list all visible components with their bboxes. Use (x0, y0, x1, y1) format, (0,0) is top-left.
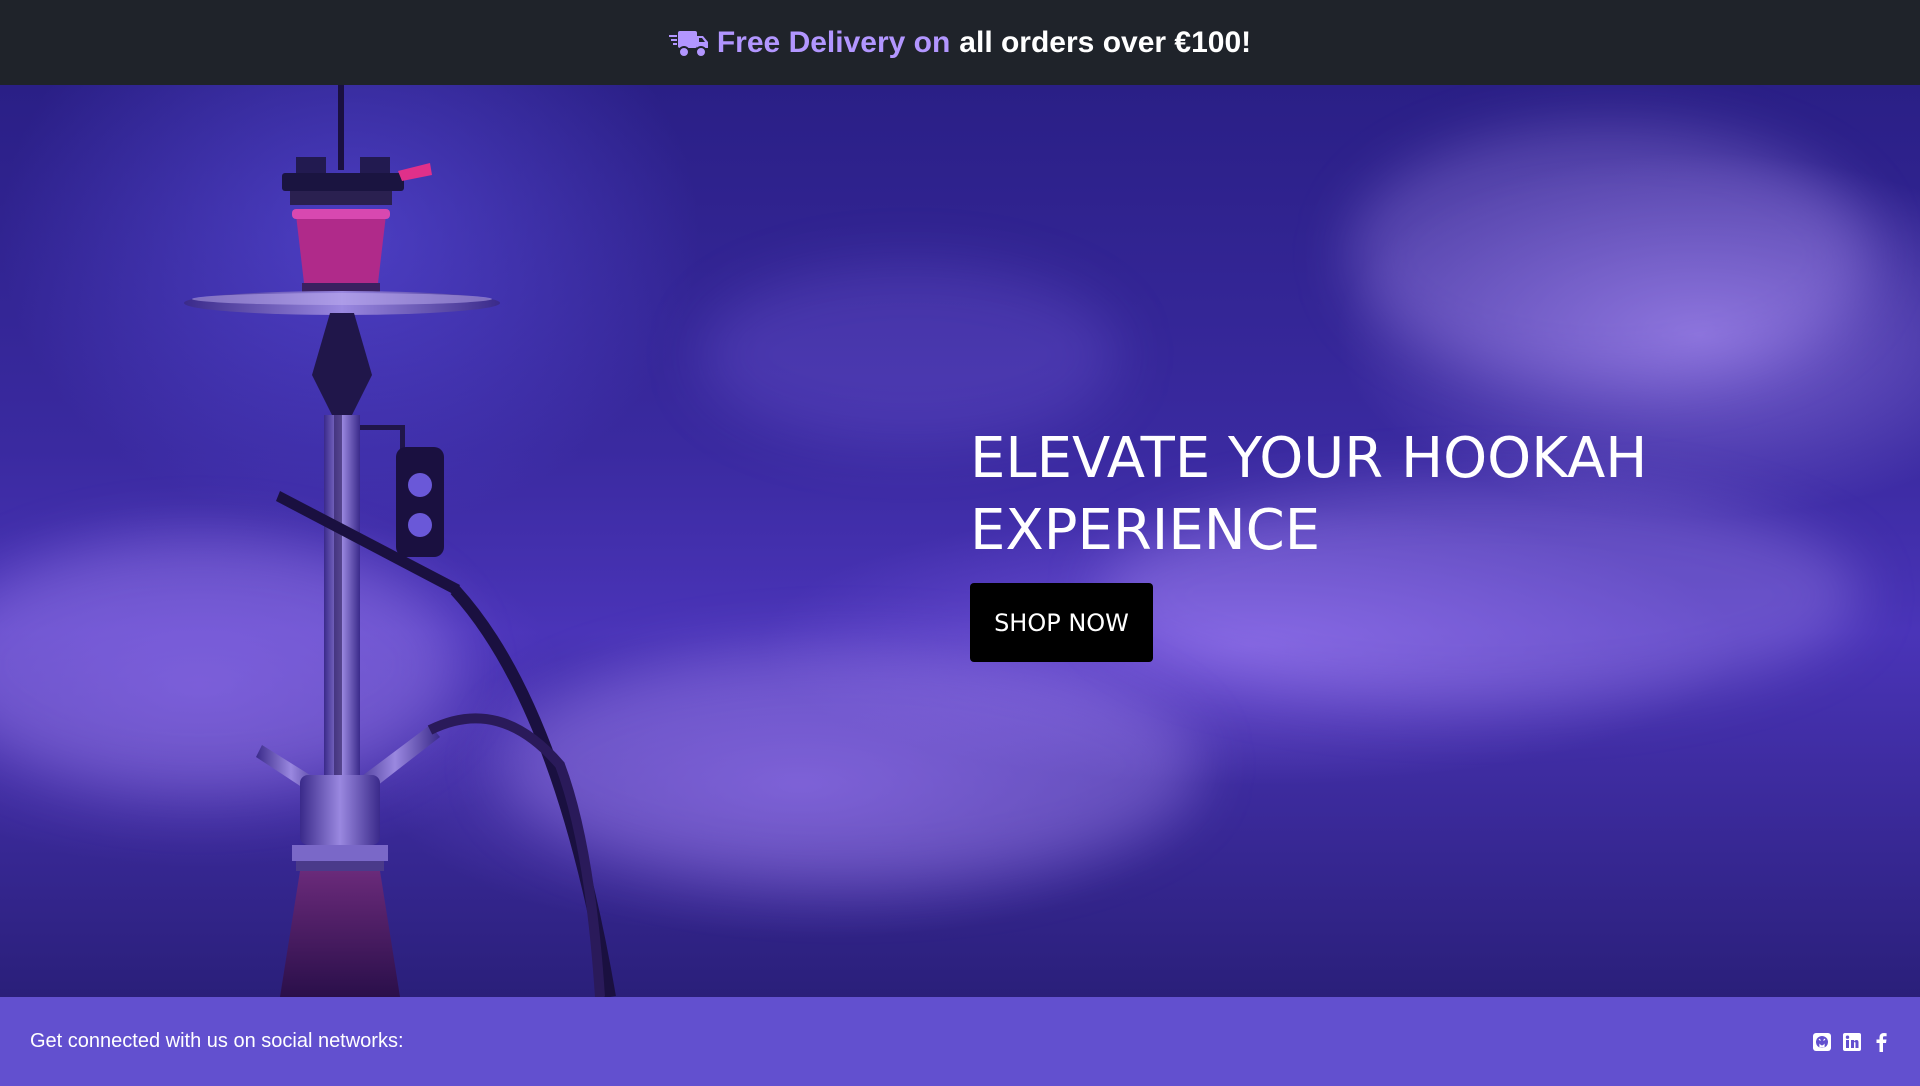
social-links (1812, 1032, 1892, 1052)
smoke-layer (700, 265, 1120, 445)
footer-bar: Get connected with us on social networks… (0, 997, 1920, 1086)
linkedin-icon[interactable] (1842, 1032, 1862, 1052)
delivery-truck-icon (668, 27, 709, 59)
hero-section: ELEVATE YOUR HOOKAH EXPERIENCE SHOP NOW (0, 85, 1920, 997)
announcement-highlight: Free Delivery on (716, 25, 951, 59)
smoke-layer (1350, 125, 1870, 385)
announcement-bar: Free Delivery on all orders over €100! (0, 0, 1920, 85)
hero-title: ELEVATE YOUR HOOKAH EXPERIENCE (970, 426, 1648, 563)
social-networks-text: Get connected with us on social networks… (30, 1030, 404, 1052)
shop-now-button[interactable]: SHOP NOW (970, 583, 1153, 662)
hookah-image (184, 85, 616, 997)
announcement-text: all orders over €100! (959, 25, 1252, 59)
github-icon[interactable] (1812, 1032, 1832, 1052)
facebook-icon[interactable] (1872, 1032, 1892, 1052)
